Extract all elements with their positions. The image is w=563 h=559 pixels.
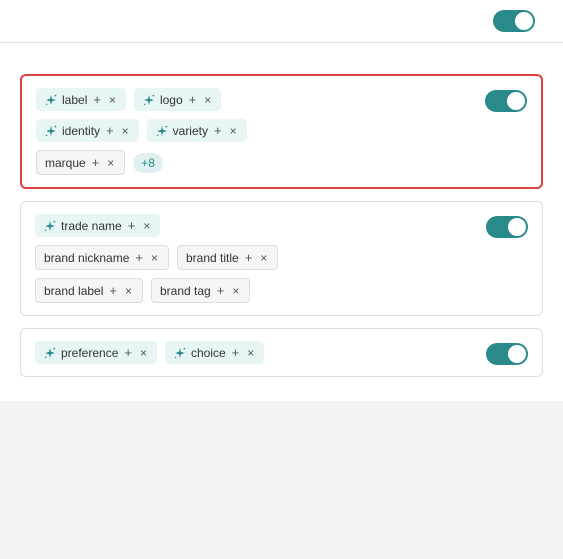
tag-plus-btn[interactable]: + bbox=[91, 92, 103, 107]
tag-close-btn[interactable]: × bbox=[123, 284, 134, 298]
sparkle-icon bbox=[173, 346, 187, 360]
tag-close-btn[interactable]: × bbox=[228, 124, 239, 138]
card-1-tag-identity: identity + × bbox=[36, 119, 139, 142]
tag-plus-btn[interactable]: + bbox=[230, 345, 242, 360]
card-1-toggle-area bbox=[485, 90, 527, 112]
card-2-tag-brand-nickname: brand nickname + × bbox=[35, 245, 169, 270]
card-2-tag-trade-name: trade name +× bbox=[35, 214, 160, 237]
top-bar bbox=[0, 0, 563, 43]
tag-text: logo bbox=[160, 93, 183, 107]
sparkle-icon bbox=[44, 93, 58, 107]
card-3-row-1: preference+× choice+× bbox=[35, 341, 528, 364]
card-2-row-2: brand nickname+×brand title+× bbox=[35, 245, 528, 270]
card-3: preference+× choice+× bbox=[20, 328, 543, 377]
card-1-toggle[interactable] bbox=[485, 90, 527, 112]
card-1-row-1: label+× logo+× bbox=[36, 88, 527, 111]
tag-text: brand nickname bbox=[44, 251, 129, 265]
cards-area: label+× logo+× identity+× variety+×marqu… bbox=[20, 74, 543, 387]
top-toggle-wrapper bbox=[493, 10, 543, 32]
card-1-row-2: identity + × variety + × bbox=[36, 119, 527, 142]
tag-text: brand label bbox=[44, 284, 103, 298]
sparkle-icon bbox=[43, 219, 57, 233]
tag-text: trade name bbox=[61, 219, 122, 233]
tag-close-btn[interactable]: × bbox=[149, 251, 160, 265]
card-2-tag-brand-tag: brand tag +× bbox=[151, 278, 250, 303]
tag-plus-btn[interactable]: + bbox=[122, 345, 134, 360]
card-3-tag-preference: preference + × bbox=[35, 341, 157, 364]
tag-close-btn[interactable]: × bbox=[138, 346, 149, 360]
tag-text: preference bbox=[61, 346, 118, 360]
suggestions-text-block bbox=[20, 57, 24, 60]
card-3-toggle-area bbox=[486, 343, 528, 365]
card-3-toggle[interactable] bbox=[486, 343, 528, 365]
tag-close-btn[interactable]: × bbox=[141, 219, 152, 233]
tag-plus-btn[interactable]: + bbox=[133, 250, 145, 265]
suggestions-meta-row bbox=[20, 57, 543, 60]
tag-plus-btn[interactable]: + bbox=[126, 218, 138, 233]
tag-plus-btn[interactable]: + bbox=[215, 283, 227, 298]
tag-text: choice bbox=[191, 346, 226, 360]
tag-plus-btn[interactable]: + bbox=[104, 123, 116, 138]
tag-text: marque bbox=[45, 156, 86, 170]
tag-close-btn[interactable]: × bbox=[258, 251, 269, 265]
top-include-toggle[interactable] bbox=[493, 10, 535, 32]
card-1-row-3: marque +× +8 bbox=[36, 150, 527, 175]
sparkle-icon bbox=[155, 124, 169, 138]
tag-text: identity bbox=[62, 124, 100, 138]
tag-plus-btn[interactable]: + bbox=[90, 155, 102, 170]
tag-plus-btn[interactable]: + bbox=[187, 92, 199, 107]
card-1-tag-marque: marque +× bbox=[36, 150, 125, 175]
card-2-row-1: trade name +× bbox=[35, 214, 528, 237]
tag-close-btn[interactable]: × bbox=[230, 284, 241, 298]
tag-plus-btn[interactable]: + bbox=[212, 123, 224, 138]
main-content: label+× logo+× identity+× variety+×marqu… bbox=[0, 43, 563, 401]
tag-text: variety bbox=[173, 124, 208, 138]
card-3-tag-choice: choice +× bbox=[165, 341, 264, 364]
tag-close-btn[interactable]: × bbox=[107, 93, 118, 107]
card-1-tag-label: label + × bbox=[36, 88, 126, 111]
tag-close-btn[interactable]: × bbox=[202, 93, 213, 107]
card-2-tag-brand-title: brand title +× bbox=[177, 245, 278, 270]
sparkle-icon bbox=[43, 346, 57, 360]
tag-text: label bbox=[62, 93, 87, 107]
card-2: trade name+×brand nickname+×brand title+… bbox=[20, 201, 543, 316]
sparkle-icon bbox=[44, 124, 58, 138]
card-1-more-badge[interactable]: +8 bbox=[133, 153, 163, 173]
tag-plus-btn[interactable]: + bbox=[243, 250, 255, 265]
tag-close-btn[interactable]: × bbox=[245, 346, 256, 360]
tag-plus-btn[interactable]: + bbox=[107, 283, 119, 298]
tag-text: brand tag bbox=[160, 284, 211, 298]
card-2-toggle-area bbox=[486, 216, 528, 238]
card-2-row-3: brand label+×brand tag+× bbox=[35, 278, 528, 303]
card-1-tag-variety: variety + × bbox=[147, 119, 247, 142]
sparkle-icon bbox=[142, 93, 156, 107]
card-1-tag-logo: logo +× bbox=[134, 88, 221, 111]
card-2-tag-brand-label: brand label + × bbox=[35, 278, 143, 303]
tag-close-btn[interactable]: × bbox=[120, 124, 131, 138]
tag-close-btn[interactable]: × bbox=[105, 156, 116, 170]
card-2-toggle[interactable] bbox=[486, 216, 528, 238]
tag-text: brand title bbox=[186, 251, 239, 265]
card-1: label+× logo+× identity+× variety+×marqu… bbox=[20, 74, 543, 189]
